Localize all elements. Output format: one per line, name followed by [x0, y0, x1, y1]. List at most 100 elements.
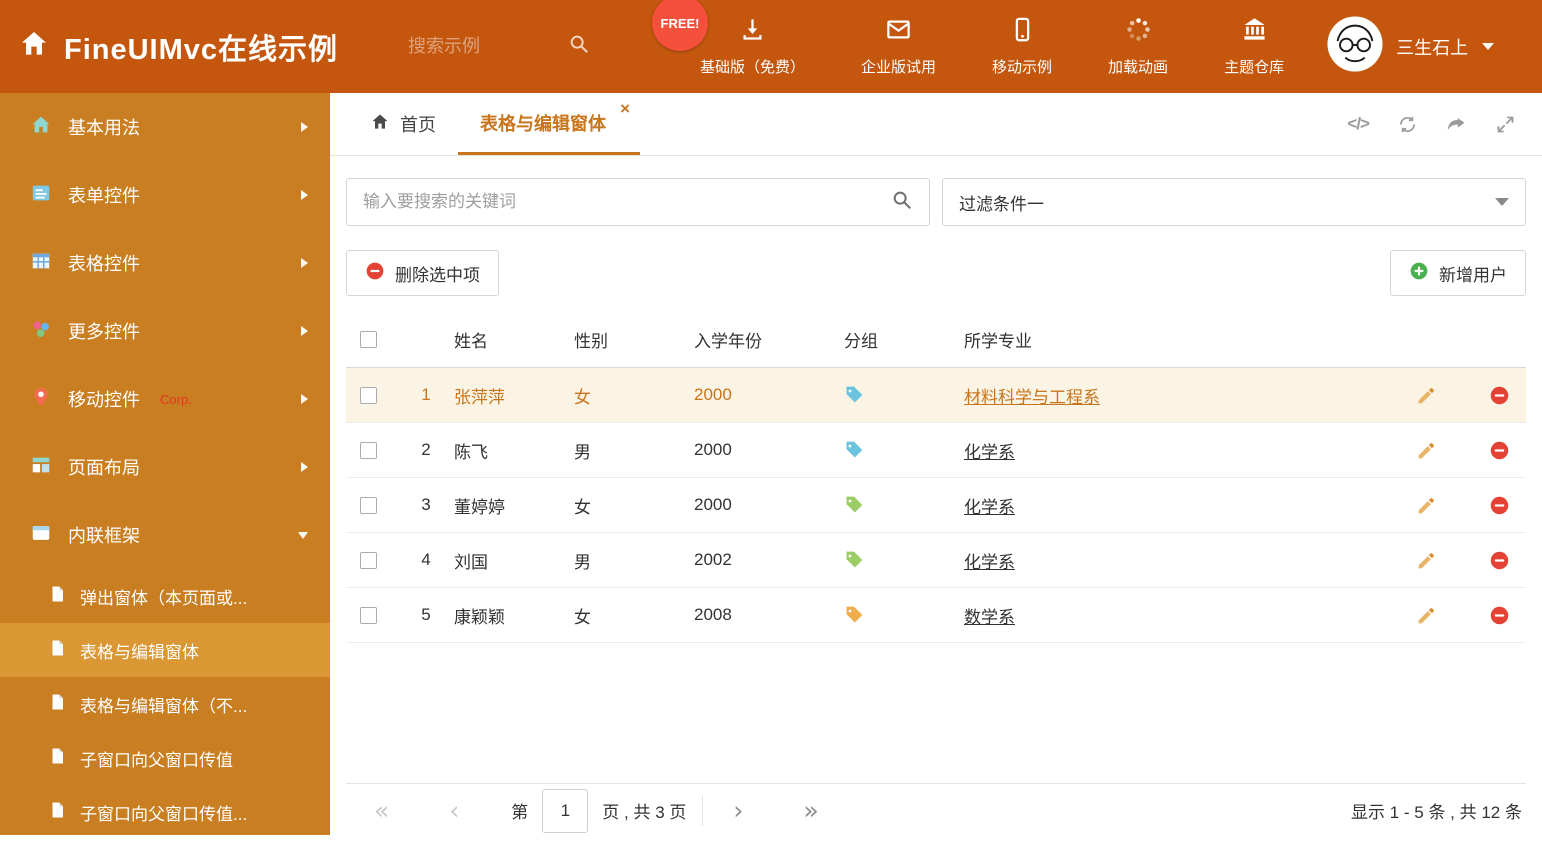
- tag-icon: [846, 496, 863, 513]
- major-link[interactable]: 材料科学与工程系: [964, 388, 1100, 407]
- table-row[interactable]: 5 康颖颖 女 2008 数学系: [346, 588, 1526, 643]
- column-header-year[interactable]: 入学年份: [694, 327, 844, 352]
- select-all-checkbox[interactable]: [360, 331, 377, 348]
- nav-theme-store[interactable]: 主题仓库: [1224, 16, 1284, 77]
- filter-dropdown[interactable]: 过滤条件一: [942, 178, 1526, 226]
- row-checkbox[interactable]: [360, 496, 377, 514]
- nav-mobile-demo[interactable]: 移动示例: [992, 16, 1052, 77]
- page-label-prefix: 第: [511, 803, 529, 822]
- chevron-right-icon: [301, 394, 308, 404]
- column-header-gender[interactable]: 性别: [574, 327, 694, 352]
- username: 三生石上: [1396, 37, 1469, 58]
- sidebar-item-page-layout[interactable]: 页面布局: [0, 433, 330, 501]
- row-checkbox[interactable]: [360, 551, 377, 569]
- nav-loading-animation[interactable]: 加载动画: [1108, 16, 1168, 77]
- sidebar-subitem-grid-edit-window[interactable]: 表格与编辑窗体: [0, 623, 330, 677]
- tab-home[interactable]: 首页: [348, 93, 458, 155]
- row-index: 4: [421, 550, 431, 569]
- header-nav: FREE! 基础版（免费） 企业版试用 移动示例 加载动画 主题仓库: [652, 0, 1284, 93]
- edit-icon[interactable]: [1416, 550, 1437, 571]
- tab-grid-edit-window[interactable]: 表格与编辑窗体 ×: [458, 93, 640, 155]
- sidebar-subitem-grid-edit-window-2[interactable]: 表格与编辑窗体（不...: [0, 677, 330, 731]
- spinner-icon: [1125, 16, 1152, 47]
- add-user-button[interactable]: 新增用户: [1390, 250, 1526, 296]
- sidebar-item-more-controls[interactable]: 更多控件: [0, 297, 330, 365]
- edit-icon[interactable]: [1416, 440, 1437, 461]
- file-icon: [48, 801, 66, 824]
- column-header-major[interactable]: 所学专业: [964, 327, 1396, 352]
- brand[interactable]: FineUIMvc在线示例: [0, 26, 408, 68]
- chevron-right-icon: [301, 258, 308, 268]
- sidebar-item-basic-usage[interactable]: 基本用法: [0, 93, 330, 161]
- tab-label: 表格与编辑窗体: [480, 113, 606, 134]
- cell-name: 张萍萍: [454, 387, 505, 407]
- search-icon[interactable]: [891, 189, 913, 216]
- previous-page-icon[interactable]: ‹: [449, 798, 459, 823]
- column-header-group[interactable]: 分组: [844, 327, 964, 352]
- page-number-input[interactable]: [542, 788, 589, 833]
- cell-name: 董婷婷: [454, 497, 505, 517]
- table-row[interactable]: 2 陈飞 男 2000 化学系: [346, 423, 1526, 478]
- source-code-icon[interactable]: </>: [1347, 114, 1370, 134]
- user-menu[interactable]: 三生石上: [1326, 15, 1495, 78]
- tab-bar: 首页 表格与编辑窗体 × </>: [330, 93, 1542, 156]
- sidebar-item-grid-controls[interactable]: 表格控件: [0, 229, 330, 297]
- row-checkbox[interactable]: [360, 386, 377, 404]
- major-link[interactable]: 化学系: [964, 498, 1015, 517]
- table-row[interactable]: 4 刘国 男 2002 化学系: [346, 533, 1526, 588]
- header-search-input[interactable]: [408, 36, 558, 57]
- header-search: [408, 33, 608, 60]
- sidebar-subitem-child-to-parent-2[interactable]: 子窗口向父窗口传值...: [0, 785, 330, 835]
- table-row[interactable]: 3 董婷婷 女 2000 化学系: [346, 478, 1526, 533]
- search-icon[interactable]: [568, 33, 590, 60]
- sidebar-subitem-child-to-parent[interactable]: 子窗口向父窗口传值: [0, 731, 330, 785]
- nav-label: 加载动画: [1108, 59, 1169, 76]
- cell-name: 康颖颖: [454, 607, 505, 627]
- sidebar-subitem-popup-window[interactable]: 弹出窗体（本页面或...: [0, 569, 330, 623]
- refresh-icon[interactable]: [1397, 114, 1418, 135]
- fullscreen-icon[interactable]: [1495, 114, 1516, 135]
- close-icon[interactable]: ×: [620, 100, 630, 117]
- keyword-search-input[interactable]: [363, 192, 891, 212]
- sidebar-item-label: 基本用法: [68, 118, 140, 138]
- edit-icon[interactable]: [1416, 605, 1437, 626]
- last-page-icon[interactable]: »: [803, 798, 818, 823]
- first-page-icon[interactable]: «: [374, 798, 389, 823]
- sidebar-item-form-controls[interactable]: 表单控件: [0, 161, 330, 229]
- nav-enterprise-trial[interactable]: 企业版试用: [861, 16, 936, 77]
- app-header: FineUIMvc在线示例 FREE! 基础版（免费） 企业版试用 移动示例: [0, 0, 1542, 93]
- download-icon: [739, 16, 766, 47]
- column-header-name[interactable]: 姓名: [454, 327, 574, 352]
- tag-icon: [846, 551, 863, 568]
- tag-icon: [846, 386, 863, 403]
- edit-icon[interactable]: [1416, 385, 1437, 406]
- row-checkbox[interactable]: [360, 606, 377, 624]
- filter-row: 过滤条件一: [346, 178, 1526, 226]
- sidebar-item-mobile-controls[interactable]: 移动控件 Corp.: [0, 365, 330, 433]
- table-row[interactable]: 1 张萍萍 女 2000 材料科学与工程系: [346, 368, 1526, 423]
- delete-icon[interactable]: [1489, 550, 1510, 571]
- chevron-right-icon: [301, 190, 308, 200]
- sidebar-item-inline-frame[interactable]: 内联框架: [0, 501, 330, 569]
- add-circle-icon: [1409, 261, 1429, 286]
- next-page-icon[interactable]: ›: [733, 798, 743, 823]
- table-header-row: 姓名 性别 入学年份 分组 所学专业: [346, 312, 1526, 368]
- delete-icon[interactable]: [1489, 440, 1510, 461]
- button-label: 新增用户: [1439, 265, 1507, 285]
- chevron-right-icon: [301, 462, 308, 472]
- nav-basic-free[interactable]: FREE! 基础版（免费）: [652, 0, 805, 77]
- row-checkbox[interactable]: [360, 441, 377, 459]
- frame-icon: [30, 522, 52, 549]
- cell-name: 陈飞: [454, 442, 488, 462]
- delete-icon[interactable]: [1489, 495, 1510, 516]
- major-link[interactable]: 化学系: [964, 443, 1015, 462]
- delete-selected-button[interactable]: 删除选中项: [346, 250, 499, 296]
- delete-icon[interactable]: [1489, 385, 1510, 406]
- sidebar-item-label: 表单控件: [68, 186, 140, 206]
- major-link[interactable]: 化学系: [964, 553, 1015, 572]
- row-index: 5: [421, 605, 431, 624]
- major-link[interactable]: 数学系: [964, 608, 1015, 627]
- edit-icon[interactable]: [1416, 495, 1437, 516]
- delete-icon[interactable]: [1489, 605, 1510, 626]
- open-new-window-icon[interactable]: [1446, 114, 1467, 135]
